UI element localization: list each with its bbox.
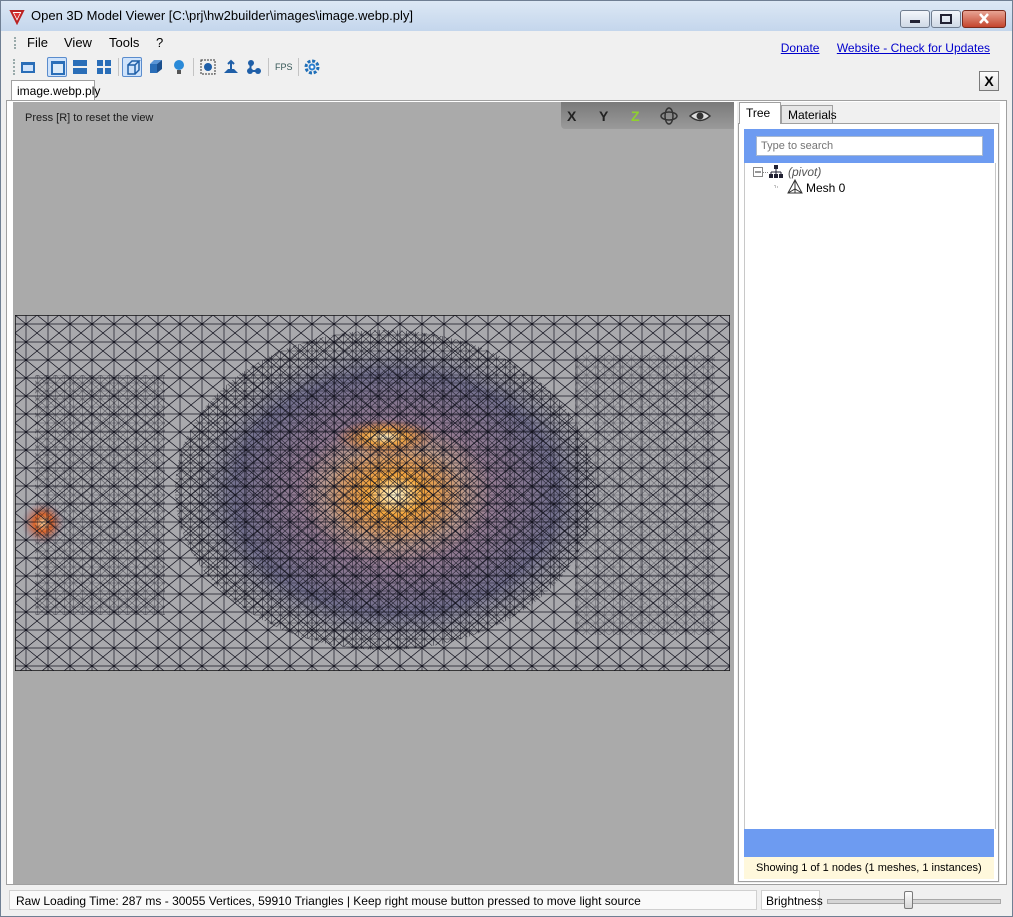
- split-horizontal-icon: [73, 60, 87, 74]
- document-tab[interactable]: image.webp.ply: [11, 80, 100, 100]
- minimize-button[interactable]: [900, 10, 930, 28]
- window-title: Open 3D Model Viewer [C:\prj\hw2builder\…: [31, 8, 414, 23]
- light-bulb-icon: [174, 60, 184, 74]
- website-link[interactable]: Website - Check for Updates: [837, 41, 990, 55]
- close-document-button[interactable]: X: [979, 71, 999, 91]
- model-mesh: [15, 315, 730, 671]
- hierarchy-icon: [769, 165, 783, 178]
- settings-button[interactable]: [302, 57, 322, 77]
- axis-toolbar: X Y Z: [561, 102, 734, 129]
- gear-icon: [304, 59, 320, 75]
- single-view-icon: [51, 61, 65, 75]
- brightness-label: Brightness: [761, 890, 823, 910]
- menu-bar: File View Tools ? Donate Website - Check…: [1, 32, 1012, 55]
- grid-view-icon: [97, 60, 111, 74]
- 3d-viewport[interactable]: Press [R] to reset the view X Y Z: [13, 102, 734, 884]
- menu-tools[interactable]: Tools: [109, 35, 139, 50]
- tab-materials[interactable]: Materials: [781, 105, 837, 124]
- brightness-slider-track[interactable]: [827, 899, 1001, 904]
- skeleton-button[interactable]: [244, 57, 264, 77]
- brightness-slider-thumb[interactable]: [903, 891, 913, 909]
- app-window: Open 3D Model Viewer [C:\prj\hw2builder\…: [0, 0, 1013, 917]
- status-text: Raw Loading Time: 287 ms - 30055 Vertice…: [9, 890, 757, 910]
- wireframe-cube-icon: [127, 60, 141, 75]
- menu-view[interactable]: View: [64, 35, 92, 50]
- tree-node-mesh[interactable]: Mesh 0: [806, 181, 845, 195]
- normals-button[interactable]: [221, 57, 241, 77]
- panel-footer-band: [744, 829, 994, 857]
- folder-icon: [21, 62, 35, 73]
- title-bar: Open 3D Model Viewer [C:\prj\hw2builder\…: [1, 1, 1012, 31]
- scene-tree: (pivot) Mesh 0: [744, 163, 996, 829]
- skeleton-icon: [247, 60, 261, 74]
- normals-icon: [224, 59, 238, 73]
- toolbar-grip: [13, 59, 15, 75]
- lighting-button[interactable]: [169, 57, 189, 77]
- status-bar: Raw Loading Time: 287 ms - 30055 Vertice…: [1, 888, 1012, 914]
- cube-icon: [150, 60, 162, 73]
- search-band: [744, 129, 994, 163]
- fit-view-button[interactable]: [198, 57, 218, 77]
- view-four-button[interactable]: [94, 57, 114, 77]
- fps-button[interactable]: FPS: [275, 62, 293, 72]
- close-icon: [979, 13, 989, 24]
- open-button[interactable]: [18, 57, 38, 77]
- axis-y-button[interactable]: Y: [599, 108, 608, 124]
- reset-view-hint: Press [R] to reset the view: [25, 112, 154, 124]
- toolbar: [1, 55, 1012, 79]
- minimize-icon: [910, 20, 920, 23]
- menu-grip: [14, 37, 18, 49]
- view-single-button[interactable]: [47, 57, 67, 77]
- donate-link[interactable]: Donate: [781, 41, 820, 55]
- axis-x-button[interactable]: X: [567, 108, 576, 124]
- maximize-icon: [940, 14, 952, 24]
- tree-node-pivot[interactable]: (pivot): [788, 165, 821, 179]
- maximize-button[interactable]: [931, 10, 961, 28]
- fit-view-icon: [200, 59, 216, 75]
- side-panel: Tree Materials (pivot) Mesh 0: [737, 102, 1000, 883]
- orbit-icon[interactable]: [659, 106, 679, 126]
- node-count-status: Showing 1 of 1 nodes (1 meshes, 1 instan…: [744, 857, 994, 879]
- search-input[interactable]: [756, 136, 983, 156]
- node-count-text: Showing 1 of 1 nodes (1 meshes, 1 instan…: [756, 862, 982, 874]
- backface-button[interactable]: [146, 57, 166, 77]
- app-logo-icon: [9, 10, 25, 25]
- window-close-button[interactable]: [962, 10, 1006, 28]
- view-two-button[interactable]: [70, 57, 90, 77]
- menu-help[interactable]: ?: [156, 35, 163, 50]
- tab-tree[interactable]: Tree: [739, 102, 781, 124]
- axis-z-button[interactable]: Z: [631, 108, 640, 124]
- menu-file[interactable]: File: [27, 35, 48, 50]
- mesh-icon: [787, 179, 803, 194]
- tree-pane: (pivot) Mesh 0 Showing 1 of 1 nodes (1 m…: [738, 123, 999, 882]
- eye-icon[interactable]: [689, 107, 711, 125]
- wireframe-button[interactable]: [122, 57, 142, 77]
